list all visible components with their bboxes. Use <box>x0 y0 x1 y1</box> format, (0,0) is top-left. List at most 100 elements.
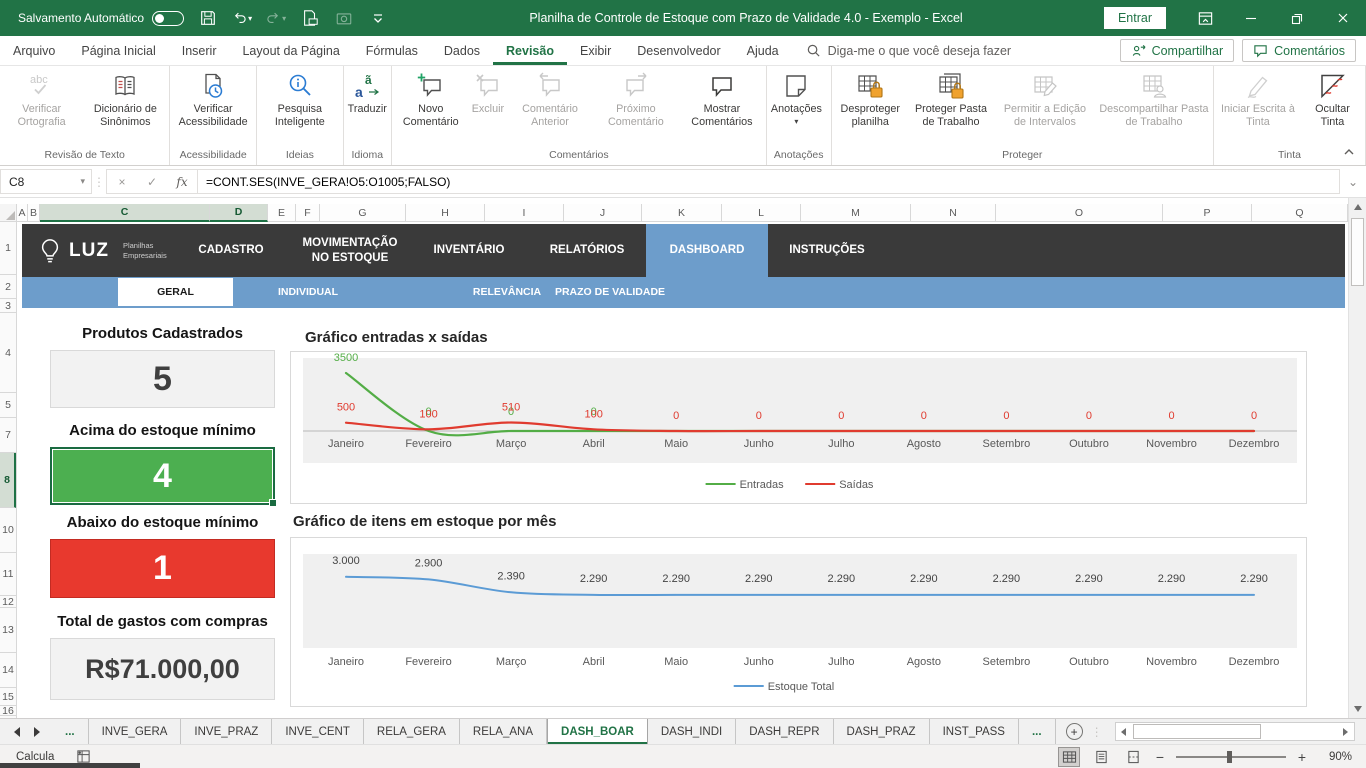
vertical-scrollbar[interactable] <box>1348 198 1366 718</box>
ribbon-tab[interactable]: Revisão <box>493 36 567 65</box>
column-header[interactable]: L <box>722 204 801 222</box>
page-layout-view-icon[interactable] <box>1090 747 1112 767</box>
column-header[interactable]: F <box>296 204 320 222</box>
column-header[interactable]: I <box>485 204 564 222</box>
restore-icon[interactable] <box>1274 0 1320 36</box>
ribbon-button[interactable]: Desproteger planilha <box>833 68 908 129</box>
column-header[interactable]: A <box>17 204 28 222</box>
autosave-toggle[interactable] <box>152 11 184 26</box>
row-header[interactable]: 13 <box>0 608 16 653</box>
row-header[interactable]: 2 <box>0 275 16 299</box>
dashboard-nav-item[interactable]: CADASTRO <box>172 224 290 277</box>
new-sheet-icon[interactable]: + <box>1066 723 1083 740</box>
page-break-view-icon[interactable] <box>1122 747 1144 767</box>
ribbon-button[interactable]: Novo Comentário <box>393 68 469 129</box>
undo-icon[interactable]: ▾ <box>232 8 252 28</box>
zoom-out-button[interactable]: − <box>1154 749 1166 765</box>
signin-button[interactable]: Entrar <box>1104 7 1166 29</box>
ribbon-button[interactable]: ãa Traduzir <box>345 68 390 117</box>
zoom-level[interactable]: 90% <box>1318 751 1352 763</box>
ribbon-button[interactable]: Permitir a Edição de Intervalos <box>994 68 1096 129</box>
ribbon-tab[interactable]: Dados <box>431 36 493 65</box>
minimize-icon[interactable] <box>1228 0 1274 36</box>
ribbon-button[interactable]: Comentário Anterior <box>507 68 593 129</box>
sheet-tab[interactable]: DASH_INDI <box>648 719 736 744</box>
comments-button[interactable]: Comentários <box>1242 39 1356 62</box>
ribbon-button[interactable]: Excluir <box>469 68 507 117</box>
share-button[interactable]: Compartilhar <box>1120 39 1235 62</box>
column-header[interactable]: D <box>210 204 268 222</box>
kpi-value-cell[interactable]: R$71.000,00 <box>50 638 275 700</box>
ribbon-button[interactable]: Anotações <box>768 68 825 127</box>
column-header[interactable]: H <box>406 204 485 222</box>
customize-qat-icon[interactable] <box>368 8 388 28</box>
name-box-dropdown-icon[interactable]: ▾ <box>80 176 91 187</box>
sheet-tab[interactable]: ... <box>52 719 89 744</box>
scroll-down-icon[interactable] <box>1349 700 1366 718</box>
ribbon-button[interactable]: Mostrar Comentários <box>679 68 765 129</box>
column-header[interactable]: J <box>564 204 642 222</box>
row-header[interactable]: 8 <box>0 453 16 508</box>
dashboard-nav-item[interactable]: INVENTÁRIO <box>410 224 528 277</box>
vertical-scroll-thumb[interactable] <box>1351 218 1364 286</box>
row-header[interactable]: 4 <box>0 313 16 393</box>
cancel-entry-icon[interactable]: × <box>107 175 137 189</box>
sheet-tab[interactable]: RELA_GERA <box>364 719 460 744</box>
zoom-slider[interactable] <box>1176 756 1286 758</box>
sheet-tab[interactable]: DASH_REPR <box>736 719 833 744</box>
scroll-up-icon[interactable] <box>1349 198 1366 216</box>
row-header[interactable]: 11 <box>0 553 16 596</box>
ribbon-button[interactable]: Verificar Acessibilidade <box>171 68 255 129</box>
row-header[interactable]: 14 <box>0 653 16 688</box>
zoom-in-button[interactable]: + <box>1296 749 1308 765</box>
macro-record-icon[interactable] <box>76 749 91 764</box>
column-header[interactable]: P <box>1163 204 1252 222</box>
dashboard-nav-item[interactable]: MOVIMENTAÇÃO NO ESTOQUE <box>290 224 410 277</box>
sheet-tab[interactable]: ... <box>1019 719 1056 744</box>
sheet-tab[interactable]: DASH_BOAR <box>547 719 648 744</box>
horizontal-scroll-thumb[interactable] <box>1133 724 1261 739</box>
sheet-tab[interactable]: DASH_PRAZ <box>834 719 930 744</box>
row-header[interactable]: 7 <box>0 418 16 453</box>
row-header[interactable]: 12 <box>0 596 16 608</box>
confirm-entry-icon[interactable]: ✓ <box>137 175 167 189</box>
sheet-tab[interactable]: RELA_ANA <box>460 719 547 744</box>
kpi-value-cell[interactable]: 4 <box>50 447 275 505</box>
column-header[interactable]: N <box>911 204 996 222</box>
ribbon-tab[interactable]: Arquivo <box>0 36 68 65</box>
row-header[interactable]: 16 <box>0 706 16 716</box>
row-header[interactable]: 15 <box>0 688 16 706</box>
kpi-value-cell[interactable]: 5 <box>50 350 275 408</box>
ribbon-button[interactable]: Pesquisa Inteligente <box>258 68 342 129</box>
print-preview-icon[interactable] <box>300 8 320 28</box>
sheet-tab[interactable]: INVE_GERA <box>89 719 182 744</box>
ribbon-tab[interactable]: Inserir <box>169 36 230 65</box>
ribbon-tab[interactable]: Ajuda <box>734 36 792 65</box>
row-header[interactable]: 10 <box>0 508 16 553</box>
ribbon-button[interactable]: Proteger Pasta de Trabalho <box>908 68 994 129</box>
row-header[interactable]: 3 <box>0 299 16 313</box>
column-header[interactable]: M <box>801 204 911 222</box>
ribbon-tab[interactable]: Layout da Página <box>229 36 352 65</box>
ribbon-tab[interactable]: Fórmulas <box>353 36 431 65</box>
column-header[interactable]: B <box>28 204 40 222</box>
scroll-left-icon[interactable] <box>1116 723 1132 740</box>
next-sheet-icon[interactable] <box>34 727 40 737</box>
name-box[interactable]: C8 ▾ <box>0 169 92 194</box>
ribbon-button[interactable]: Ocultar Tinta <box>1301 68 1364 129</box>
select-all-corner[interactable] <box>0 204 17 222</box>
ribbon-button[interactable]: Dicionário de Sinônimos <box>82 68 168 129</box>
column-header[interactable]: Q <box>1252 204 1348 222</box>
estoque-por-mes-chart[interactable]: 3.0002.9002.3902.2902.2902.2902.2902.290… <box>290 537 1307 707</box>
column-header[interactable]: O <box>996 204 1163 222</box>
dashboard-subnav-item[interactable]: INDIVIDUAL <box>248 278 368 306</box>
dashboard-subnav-item[interactable]: GERAL <box>118 278 233 306</box>
row-header[interactable]: 1 <box>0 222 16 275</box>
ribbon-button[interactable]: Próximo Comentário <box>593 68 679 129</box>
ribbon-tab[interactable]: Exibir <box>567 36 624 65</box>
column-header[interactable]: E <box>268 204 296 222</box>
horizontal-scrollbar[interactable] <box>1115 722 1355 741</box>
dashboard-nav-item[interactable]: DASHBOARD <box>646 224 768 277</box>
sheet-tab[interactable]: INST_PASS <box>930 719 1019 744</box>
entradas-saidas-chart[interactable]: 350000050010051010000000000JaneiroFevere… <box>290 351 1307 504</box>
